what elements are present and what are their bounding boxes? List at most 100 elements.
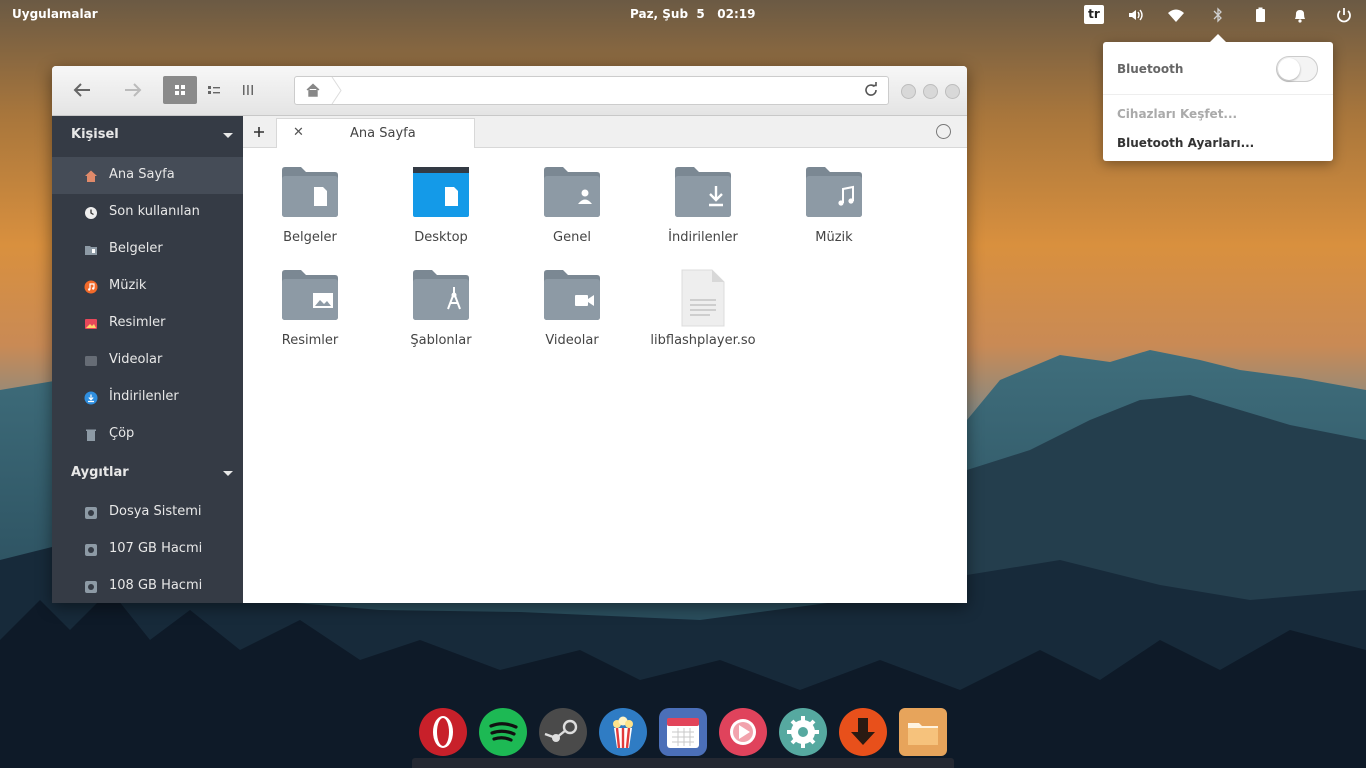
item-label: Desktop: [414, 230, 468, 245]
folder-downloads-icon: [675, 167, 731, 217]
minimize-button[interactable]: [901, 84, 916, 99]
battery-icon[interactable]: [1250, 5, 1270, 25]
sidebar-item-pictures[interactable]: Resimler: [52, 305, 243, 342]
opera-icon[interactable]: [419, 708, 467, 756]
sidebar-item-volume-108[interactable]: 108 GB Hacmi: [52, 568, 243, 603]
breadcrumb-separator: [331, 77, 342, 104]
settings-icon[interactable]: [779, 708, 827, 756]
sidebar-item-documents[interactable]: Belgeler: [52, 231, 243, 268]
tab-home[interactable]: ✕ Ana Sayfa: [276, 118, 475, 149]
folder-templates-icon: [413, 270, 469, 320]
folder-item[interactable]: İndirilenler: [643, 166, 763, 261]
clock[interactable]: Paz, Şub 5 02:19: [630, 7, 756, 21]
toggle-knob: [1278, 58, 1300, 80]
file-item[interactable]: libflashplayer.so: [643, 269, 763, 364]
popcorn-time-icon[interactable]: [599, 708, 647, 756]
forward-button[interactable]: [116, 76, 150, 104]
arrow-right-icon: [125, 83, 142, 97]
item-label: Videolar: [545, 333, 599, 348]
drive-icon: [85, 581, 97, 593]
sidebar-item-label: Resimler: [109, 315, 166, 330]
arrow-left-icon: [73, 83, 90, 97]
sidebar-item-filesystem[interactable]: Dosya Sistemi: [52, 494, 243, 531]
maximize-button[interactable]: [923, 84, 938, 99]
files-icon[interactable]: [899, 708, 947, 756]
sidebar-item-recent[interactable]: Son kullanılan: [52, 194, 243, 231]
bluetooth-icon[interactable]: [1208, 5, 1228, 25]
sidebar-item-label: Dosya Sistemi: [109, 504, 202, 519]
folder-item[interactable]: Genel: [512, 166, 632, 261]
list-icon: [208, 86, 220, 94]
section-title: Aygıtlar: [71, 465, 129, 480]
plus-icon: [253, 126, 264, 137]
home-icon: [306, 83, 320, 97]
columns-icon: [243, 85, 253, 95]
sidebar-item-volume-107[interactable]: 107 GB Hacmi: [52, 531, 243, 568]
sidebar-item-trash[interactable]: Çöp: [52, 416, 243, 453]
videos-player-icon[interactable]: [719, 708, 767, 756]
home-icon: [85, 170, 97, 182]
item-label: Genel: [553, 230, 591, 245]
volume-icon[interactable]: [1126, 5, 1146, 25]
close-tab-icon[interactable]: ✕: [293, 125, 304, 140]
wifi-icon[interactable]: [1166, 5, 1186, 25]
close-button[interactable]: [945, 84, 960, 99]
folder-item[interactable]: Resimler: [250, 269, 370, 364]
sidebar-header-devices[interactable]: Aygıtlar: [52, 454, 243, 491]
folder-item[interactable]: Desktop: [381, 166, 501, 261]
list-view-button[interactable]: [197, 76, 231, 104]
reload-icon[interactable]: [863, 82, 879, 98]
separator: [1103, 94, 1333, 95]
downloads-icon: [84, 391, 98, 405]
discover-devices-item[interactable]: Cihazları Keşfet...: [1117, 107, 1237, 121]
folder-item[interactable]: Videolar: [512, 269, 632, 364]
sidebar-item-label: Son kullanılan: [109, 204, 200, 219]
keyboard-layout-indicator[interactable]: tr: [1084, 5, 1104, 24]
downloader-icon[interactable]: [839, 708, 887, 756]
sidebar-item-label: Belgeler: [109, 241, 163, 256]
drive-icon: [85, 507, 97, 519]
sidebar-item-home[interactable]: Ana Sayfa: [52, 157, 243, 194]
spotify-icon[interactable]: [479, 708, 527, 756]
folder-item[interactable]: Şablonlar: [381, 269, 501, 364]
sidebar-item-label: 107 GB Hacmi: [109, 541, 203, 556]
sidebar-item-downloads[interactable]: İndirilenler: [52, 379, 243, 416]
sidebar-item-music[interactable]: Müzik: [52, 268, 243, 305]
bluetooth-title: Bluetooth: [1117, 62, 1184, 76]
folder-item[interactable]: Belgeler: [250, 166, 370, 261]
folder-pictures-icon: [282, 270, 338, 320]
tab-label: Ana Sayfa: [350, 126, 416, 141]
sidebar-header-personal[interactable]: Kişisel: [52, 116, 243, 153]
file-view: Belgeler Desktop Genel İndirilenler Müzi…: [243, 148, 967, 603]
folder-desktop-icon: [413, 167, 469, 217]
top-panel: Uygulamalar Paz, Şub 5 02:19 tr: [0, 0, 1366, 28]
sidebar-item-label: Çöp: [109, 426, 135, 441]
power-icon[interactable]: [1334, 5, 1354, 25]
new-tab-button[interactable]: [243, 116, 274, 147]
folder-documents-icon: [282, 167, 338, 217]
sidebar-item-videos[interactable]: Videolar: [52, 342, 243, 379]
grid-icon: [175, 85, 185, 95]
clock-icon: [85, 207, 97, 219]
chevron-down-icon: [223, 133, 233, 138]
location-bar[interactable]: [294, 76, 889, 105]
steam-icon[interactable]: [539, 708, 587, 756]
calendar-icon[interactable]: [659, 708, 707, 756]
sidebar: Kişisel Ana Sayfa Son kullanılan Belgele…: [52, 116, 243, 603]
sidebar-item-label: 108 GB Hacmi: [109, 578, 203, 593]
item-label: İndirilenler: [668, 230, 738, 245]
back-button[interactable]: [65, 76, 99, 104]
item-label: libflashplayer.so: [650, 333, 756, 348]
applications-menu[interactable]: Uygulamalar: [12, 7, 98, 21]
bluetooth-settings-item[interactable]: Bluetooth Ayarları...: [1117, 136, 1254, 150]
dock: [412, 700, 954, 768]
sidebar-item-label: Ana Sayfa: [109, 167, 175, 182]
tab-history-icon[interactable]: [936, 124, 951, 139]
dock-background: [412, 758, 954, 768]
bluetooth-toggle[interactable]: [1276, 56, 1318, 82]
column-view-button[interactable]: [231, 76, 265, 104]
folder-item[interactable]: Müzik: [774, 166, 894, 261]
notifications-icon[interactable]: [1290, 5, 1310, 25]
icon-view-button[interactable]: [163, 76, 197, 104]
folder-videos-icon: [544, 270, 600, 320]
